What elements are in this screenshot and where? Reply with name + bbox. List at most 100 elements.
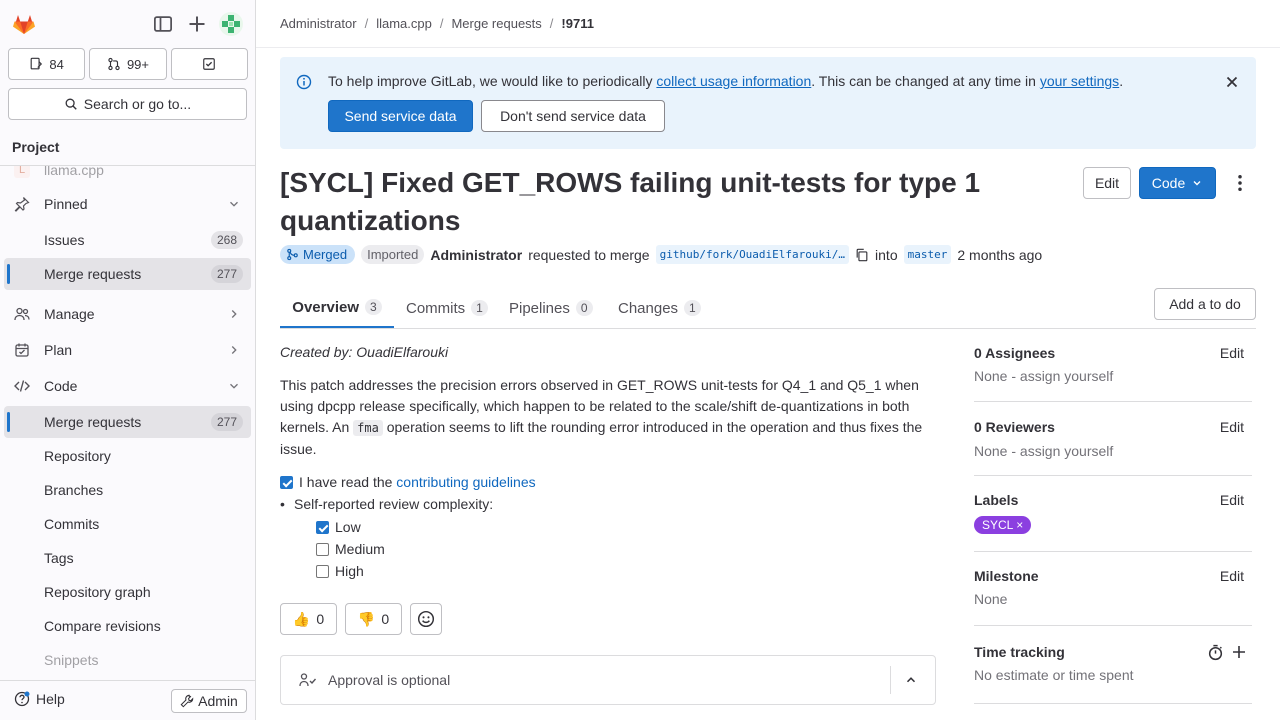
label-text: SYCL bbox=[982, 518, 1013, 532]
banner-message: To help improve GitLab, we would like to… bbox=[328, 73, 1123, 89]
created-by: Created by: OuadiElfarouki bbox=[280, 344, 449, 360]
breadcrumb-current[interactable]: !9711 bbox=[561, 16, 594, 31]
inline-code: fma bbox=[353, 420, 383, 436]
wrench-icon bbox=[180, 694, 194, 708]
banner-text: . bbox=[1119, 73, 1124, 89]
sidebar-item-code-merge-requests[interactable]: Merge requests 277 bbox=[4, 406, 251, 438]
chevron-up-icon[interactable] bbox=[904, 673, 918, 687]
sidebar-item-plan[interactable]: Plan bbox=[4, 334, 251, 366]
tab-overview[interactable]: Overview 3 bbox=[280, 288, 394, 328]
copy-icon[interactable] bbox=[855, 248, 869, 262]
sidebar-item-manage[interactable]: Manage bbox=[4, 298, 251, 330]
labels-edit-button[interactable]: Edit bbox=[1220, 492, 1244, 508]
send-service-data-button[interactable]: Send service data bbox=[328, 100, 473, 132]
thumbs-down-button[interactable]: 👎 0 bbox=[345, 603, 402, 635]
merge-requests-count-button[interactable]: 99+ bbox=[89, 48, 167, 80]
reviewers-title: 0 Reviewers bbox=[974, 419, 1055, 435]
tab-changes[interactable]: Changes 1 bbox=[618, 288, 701, 328]
time-tracking-title: Time tracking bbox=[974, 644, 1065, 660]
sidebar-toggle-icon[interactable] bbox=[153, 14, 173, 34]
gitlab-logo-icon[interactable] bbox=[12, 12, 36, 36]
help-button[interactable]: Help bbox=[14, 691, 65, 707]
sidebar-item-snippets[interactable]: Snippets bbox=[4, 644, 251, 676]
thumbs-up-button[interactable]: 👍 0 bbox=[280, 603, 337, 635]
code-dropdown-button[interactable]: Code bbox=[1139, 167, 1216, 199]
issues-count-button[interactable]: 84 bbox=[8, 48, 86, 80]
more-actions-icon[interactable] bbox=[1230, 173, 1250, 193]
milestone-value: None bbox=[974, 591, 1008, 607]
tab-label: Pipelines bbox=[509, 299, 570, 317]
sidebar-item-repository-graph[interactable]: Repository graph bbox=[4, 576, 251, 608]
close-icon[interactable] bbox=[1224, 74, 1240, 90]
read-guidelines-checkbox[interactable] bbox=[280, 476, 293, 489]
main-content: Administrator / llama.cpp / Merge requests… bbox=[256, 0, 1280, 720]
sidebar-item-code[interactable]: Code bbox=[4, 370, 251, 402]
imported-badge: Imported bbox=[361, 245, 425, 264]
target-branch[interactable]: master bbox=[903, 245, 952, 264]
sidebar-counts: 84 99+ bbox=[8, 48, 248, 80]
remove-label-icon[interactable]: × bbox=[1016, 518, 1023, 532]
high-checkbox[interactable] bbox=[316, 565, 329, 578]
sidebar-pinned-toggle[interactable]: Pinned bbox=[4, 188, 251, 220]
sidebar-project-link[interactable]: L llama.cpp bbox=[4, 166, 251, 186]
sidebar-item-label: Plan bbox=[44, 342, 73, 358]
sidebar-item-tags[interactable]: Tags bbox=[4, 542, 251, 574]
sidebar-item-commits[interactable]: Commits bbox=[4, 508, 251, 540]
edit-button[interactable]: Edit bbox=[1083, 167, 1131, 199]
stopwatch-icon[interactable] bbox=[1207, 644, 1224, 661]
admin-area-button[interactable]: Admin bbox=[171, 689, 247, 713]
approval-text: Approval is optional bbox=[328, 672, 451, 688]
breadcrumb-separator: / bbox=[364, 16, 369, 31]
breadcrumb-separator: / bbox=[549, 16, 554, 31]
complexity-medium: Medium bbox=[316, 539, 940, 560]
collect-usage-link[interactable]: collect usage information bbox=[656, 73, 811, 89]
user-avatar[interactable] bbox=[219, 12, 243, 36]
your-settings-link[interactable]: your settings bbox=[1040, 73, 1119, 89]
sidebar-item-label: Branches bbox=[44, 482, 104, 498]
breadcrumb-item[interactable]: Administrator bbox=[280, 16, 357, 31]
sidebar-item-compare-revisions[interactable]: Compare revisions bbox=[4, 610, 251, 642]
sidebar-item-label: Merge requests bbox=[44, 266, 142, 282]
tab-commits[interactable]: Commits 1 bbox=[406, 288, 488, 328]
assignees-value[interactable]: None - assign yourself bbox=[974, 368, 1113, 384]
author-link[interactable]: Administrator bbox=[430, 247, 522, 263]
todos-button[interactable] bbox=[170, 48, 248, 80]
milestone-edit-button[interactable]: Edit bbox=[1220, 568, 1244, 584]
add-time-icon[interactable] bbox=[1231, 644, 1247, 660]
tab-label: Commits bbox=[406, 299, 466, 317]
contributing-guidelines-link[interactable]: contributing guidelines bbox=[396, 474, 535, 490]
search-button[interactable]: Search or go to... bbox=[8, 88, 247, 120]
low-checkbox[interactable] bbox=[316, 521, 329, 534]
users-icon bbox=[14, 307, 30, 321]
option-label: Low bbox=[335, 519, 361, 535]
approval-icon bbox=[299, 673, 317, 687]
add-todo-button[interactable]: Add a to do bbox=[1154, 288, 1256, 320]
reviewers-block: 0 Reviewers Edit None - assign yourself bbox=[974, 410, 1252, 476]
sidebar-item-pinned-issues[interactable]: Issues 268 bbox=[4, 224, 251, 256]
project-avatar-icon: L bbox=[14, 166, 30, 178]
assignees-edit-button[interactable]: Edit bbox=[1220, 345, 1244, 361]
label-sycl[interactable]: SYCL × bbox=[974, 516, 1032, 534]
breadcrumb-item[interactable]: Merge requests bbox=[451, 16, 541, 31]
breadcrumb-item[interactable]: llama.cpp bbox=[376, 16, 432, 31]
tab-pipelines[interactable]: Pipelines 0 bbox=[509, 288, 593, 328]
project-name: llama.cpp bbox=[44, 166, 104, 178]
reviewers-edit-button[interactable]: Edit bbox=[1220, 419, 1244, 435]
medium-checkbox[interactable] bbox=[316, 543, 329, 556]
code-icon bbox=[14, 380, 30, 392]
into-text: into bbox=[875, 246, 898, 263]
sidebar-item-label: Repository bbox=[44, 448, 111, 464]
sidebar-item-repository[interactable]: Repository bbox=[4, 440, 251, 472]
dont-send-service-data-button[interactable]: Don't send service data bbox=[481, 100, 665, 132]
approval-divider bbox=[890, 666, 891, 694]
new-item-plus-icon[interactable] bbox=[187, 14, 207, 34]
sidebar-item-branches[interactable]: Branches bbox=[4, 474, 251, 506]
thumbs-up-count: 0 bbox=[316, 611, 325, 627]
issues-icon bbox=[31, 57, 43, 70]
source-branch[interactable]: github/fork/OuadiElfarouki/… bbox=[655, 245, 850, 264]
smiley-icon bbox=[417, 610, 435, 628]
header-divider bbox=[256, 47, 1280, 48]
add-reaction-button[interactable] bbox=[410, 603, 442, 635]
sidebar-item-pinned-merge-requests[interactable]: Merge requests 277 bbox=[4, 258, 251, 290]
reviewers-value[interactable]: None - assign yourself bbox=[974, 443, 1113, 459]
